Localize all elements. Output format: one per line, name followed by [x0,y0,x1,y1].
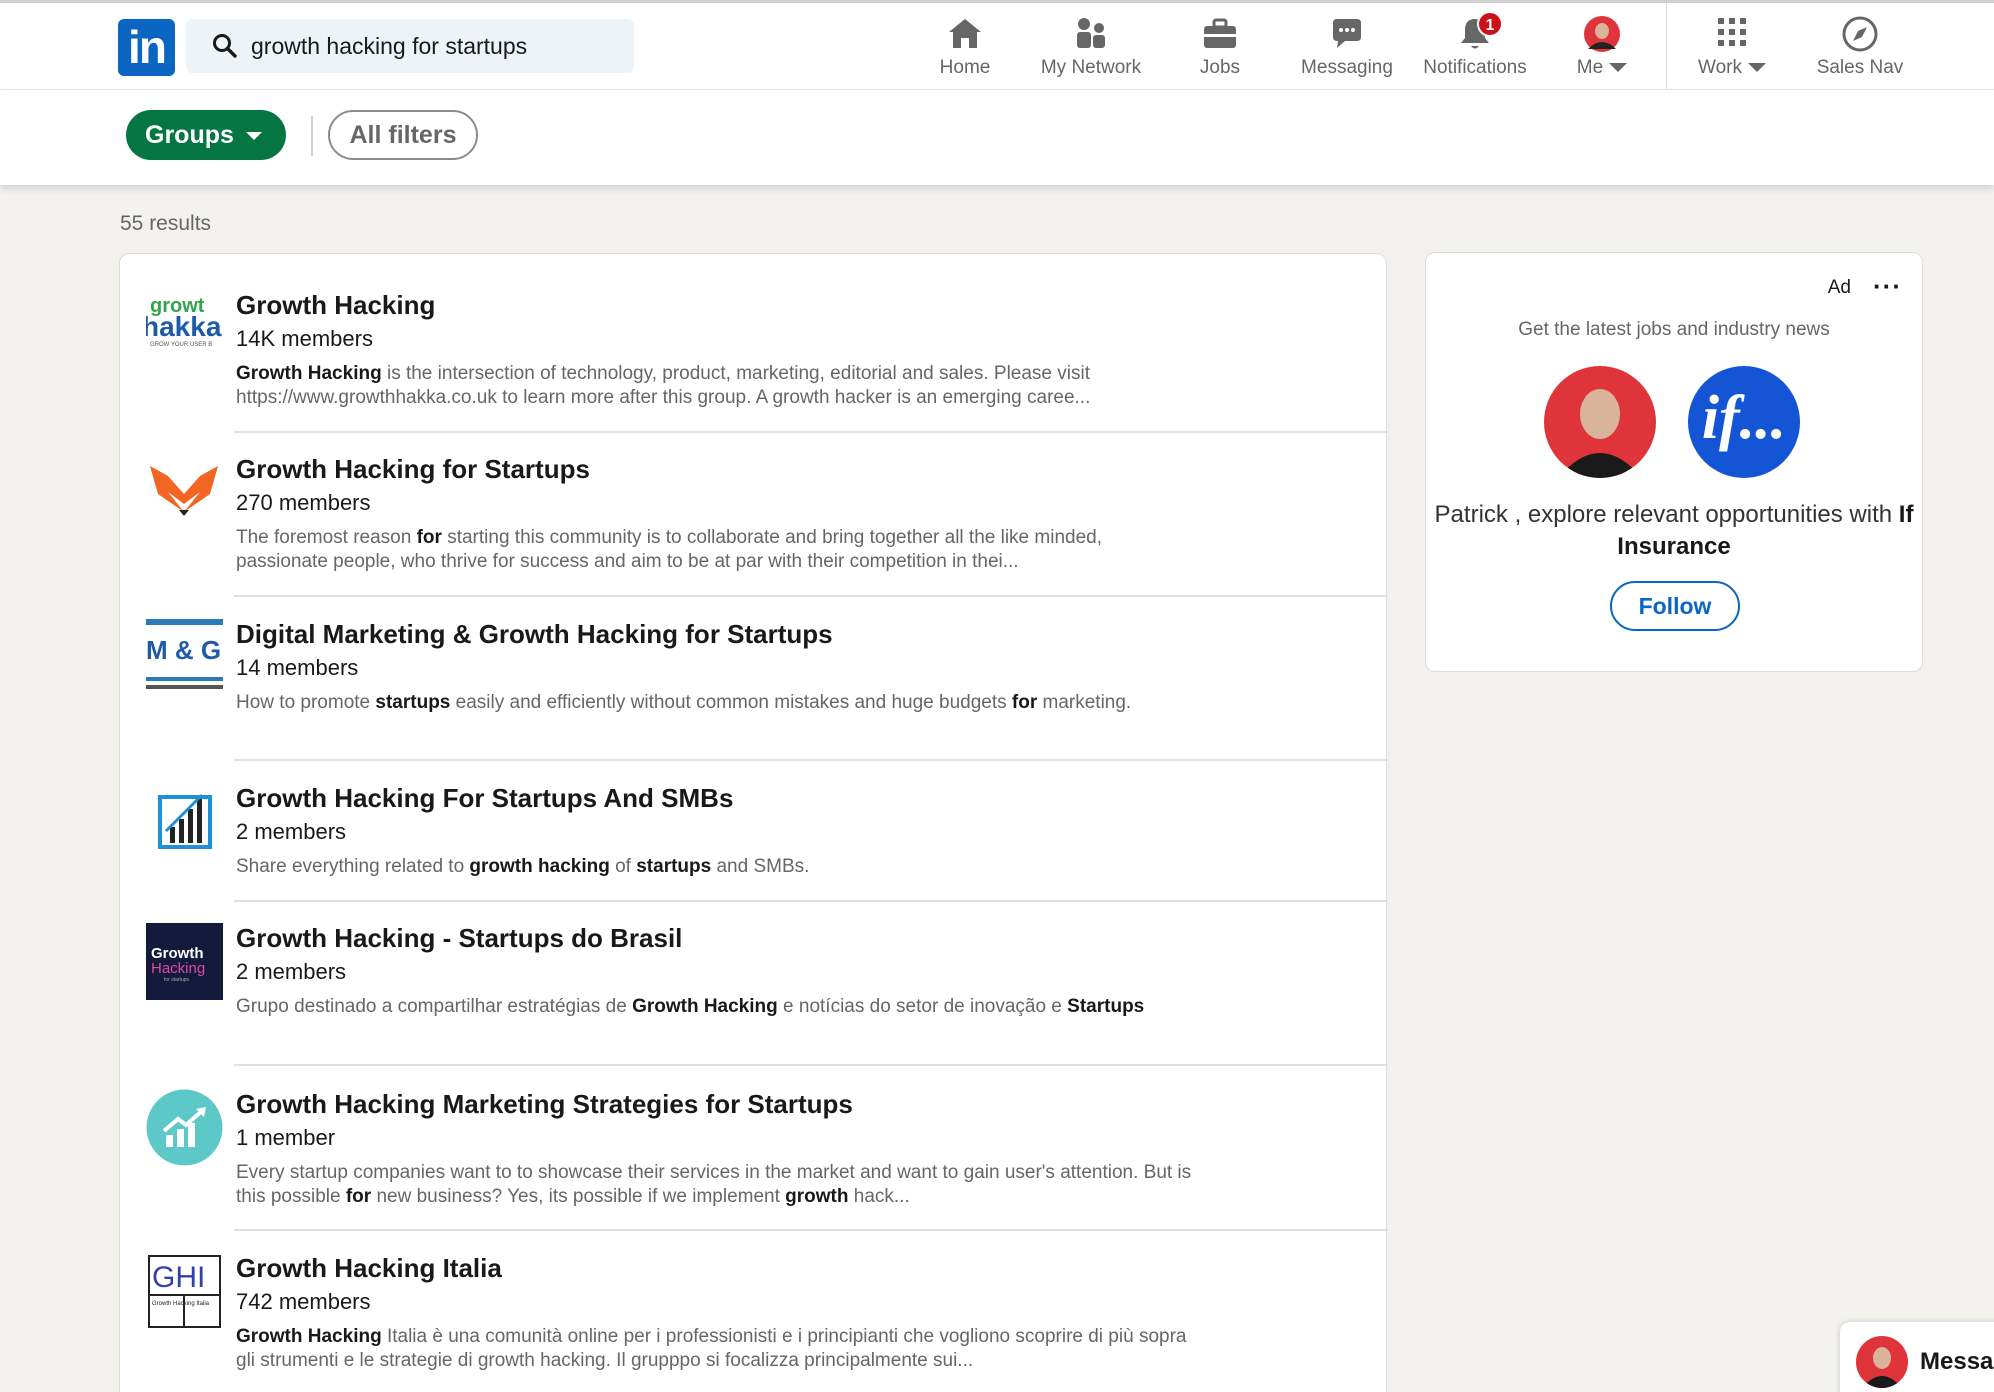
svg-text:GHI: GHI [152,1261,205,1294]
growth-hacking-brasil-logo: Growth Hacking for startups [146,923,223,1000]
nav-home[interactable]: Home [920,13,1010,83]
result-members: 14 members [236,655,359,680]
network-icon [1077,18,1105,48]
svg-text:Hacking: Hacking [151,960,205,977]
result-title[interactable]: Growth Hacking Italia [236,1253,502,1284]
result-title[interactable]: Growth Hacking Marketing Strategies for … [236,1089,853,1120]
messaging-dock[interactable]: Messaging [1840,1322,1994,1392]
divider [234,1064,1388,1066]
divider [234,595,1388,597]
svg-text:for startups: for startups [164,977,190,983]
result-description: How to promote startups easily and effic… [236,692,1132,713]
notification-badge: 1 [1477,11,1503,37]
patrick-avatar [1544,366,1656,478]
ad-subtitle: Get the latest jobs and industry news [1518,319,1830,340]
groups-filter-button[interactable]: Groups [126,110,286,160]
nav-my-network[interactable]: My Network [1028,13,1154,83]
messaging-avatar [1856,1336,1908,1388]
results-count: 55 results [120,212,212,235]
search-input[interactable]: growth hacking for startups [251,33,527,60]
nav-sales-nav-label: Sales Nav [1816,57,1904,78]
result-title[interactable]: Growth Hacking - Startups do Brasil [236,923,682,954]
svg-text:Growth Hacking Italia: Growth Hacking Italia [152,1301,210,1307]
results-list: growt hakka GROW YOUR USER B Growth Hack… [119,253,1388,1392]
result-description: The foremost reason for starting this co… [236,527,1102,572]
result-title[interactable]: Growth Hacking for Startups [236,454,590,485]
search-bar[interactable]: growth hacking for startups [186,19,634,73]
result-members: 1 member [236,1125,336,1150]
result-title[interactable]: Digital Marketing & Growth Hacking for S… [236,619,833,650]
result-description: Growth Hacking is the intersection of te… [236,363,1091,408]
messaging-icon [1333,19,1361,48]
me-avatar [1584,16,1620,52]
all-filters-button[interactable]: All filters [328,110,478,160]
svg-text:M & G: M & G [146,635,221,665]
ad-card: Ad ··· Get the latest jobs and industry … [1425,252,1923,672]
work-caret-icon [1747,63,1766,73]
growth-hakka-logo: growt hakka GROW YOUR USER B [146,290,223,367]
result-title[interactable]: Growth Hacking For Startups And SMBs [236,783,733,814]
fox-logo [146,454,223,531]
if-insurance-logo: if... [1688,366,1800,478]
nav-jobs-label: Jobs [1199,57,1241,78]
divider [234,900,1388,902]
nav-messaging-label: Messaging [1301,57,1393,78]
nav-home-label: Home [939,57,991,78]
nav-me[interactable]: Me [1566,13,1638,83]
nav-separator [1666,3,1667,91]
ghi-logo: GHI Growth Hacking Italia [148,1255,221,1328]
nav-sales-nav[interactable]: Sales Nav [1810,13,1910,83]
result-description: Grupo destinado a compartilhar estratégi… [236,996,1145,1017]
result-members: 2 members [236,959,347,984]
ad-message: Patrick , explore relevant opportunities… [1434,501,1914,560]
home-icon [949,19,981,48]
me-caret-icon [1609,63,1628,73]
ad-label: Ad [1827,277,1851,298]
growth-arrow-logo [146,1089,223,1166]
nav-my-network-label: My Network [1040,57,1142,78]
nav-notifications[interactable]: 1 Notifications [1414,11,1536,83]
svg-text:GROW YOUR USER B: GROW YOUR USER B [150,342,212,348]
search-icon [213,34,237,58]
result-members: 2 members [236,819,347,844]
groups-caret-icon [245,132,262,141]
result-description: Every startup companies want to to showc… [236,1162,1192,1207]
nav-messaging[interactable]: Messaging [1296,13,1398,83]
divider [234,759,1388,761]
briefcase-icon [1204,18,1236,48]
result-members: 270 members [236,490,371,515]
svg-text:hakka: hakka [146,311,222,342]
notifications-icon-wrap: 1 [1455,11,1503,53]
top-nav: in growth hacking for startups Home My N… [0,0,1994,91]
nav-work[interactable]: Work [1692,13,1772,83]
bar-chart-logo [146,783,223,860]
filter-separator [311,116,313,156]
result-members: 14K members [236,326,373,351]
result-members: 742 members [236,1289,371,1314]
more-options-icon[interactable]: ··· [1873,271,1902,302]
divider [234,1229,1388,1231]
result-description: Growth Hacking Italia è una comunità onl… [236,1326,1187,1371]
grid-icon [1718,18,1746,46]
follow-button[interactable]: Follow [1610,581,1740,631]
nav-jobs[interactable]: Jobs [1180,13,1260,83]
nav-me-label: Me [1566,57,1638,79]
result-description: Share everything related to growth hacki… [236,856,810,877]
filter-bar: Groups All filters [0,90,1994,185]
linkedin-logo-icon[interactable]: in [118,19,175,76]
nav-work-label: Work [1692,57,1772,79]
messaging-label: Messaging [1920,1348,1994,1375]
compass-icon [1842,16,1878,52]
divider [234,431,1388,433]
nav-notifications-label: Notifications [1423,57,1527,78]
dmgh-logo: M & G [146,619,223,696]
result-title[interactable]: Growth Hacking [236,290,435,321]
